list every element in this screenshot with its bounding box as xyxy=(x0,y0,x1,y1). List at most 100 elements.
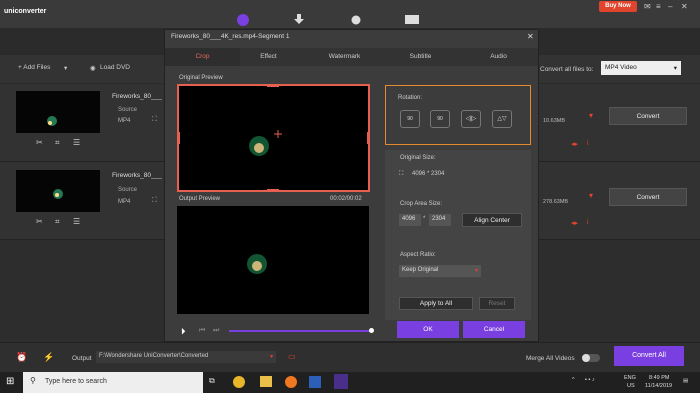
crop-settings-panel xyxy=(385,150,531,320)
output-preview-label: Output Preview xyxy=(179,196,221,202)
flip-vertical-icon: △▽ xyxy=(497,116,507,122)
settings-dropdown-icon[interactable]: ▾ xyxy=(589,111,593,120)
toolbox-icon[interactable] xyxy=(405,15,419,24)
tray-arrow-icon[interactable]: ^ xyxy=(572,377,575,383)
convert-icon[interactable] xyxy=(237,14,249,26)
effects-icon[interactable]: ☰ xyxy=(73,217,80,226)
app-logo: uniconverter xyxy=(4,8,47,15)
merge-all-label: Merge All Videos xyxy=(526,355,575,362)
buy-now-button[interactable]: Buy Now xyxy=(599,1,637,12)
close-icon[interactable]: ✕ xyxy=(681,2,688,11)
download-icon[interactable] xyxy=(294,14,304,24)
search-placeholder: Type here to search xyxy=(45,378,107,385)
uniconverter-taskbar-icon[interactable] xyxy=(334,374,348,389)
resize-icon: ⛶ xyxy=(399,171,404,177)
chrome-icon[interactable] xyxy=(233,376,245,388)
info-icon[interactable]: i xyxy=(587,140,589,147)
word-icon[interactable] xyxy=(309,376,321,388)
original-size-value: 4096 * 2304 xyxy=(412,171,445,177)
tab-crop[interactable]: Crop xyxy=(165,48,240,66)
language-us[interactable]: US xyxy=(627,383,635,389)
crop-area-label: Crop Area Size: xyxy=(400,201,443,207)
load-dvd-button[interactable]: Load DVD xyxy=(100,64,130,71)
timecode: 00:02/00:02 xyxy=(330,196,362,202)
record-icon[interactable] xyxy=(351,15,361,25)
add-files-dropdown-icon[interactable]: ▾ xyxy=(64,64,67,72)
tab-subtitle[interactable]: Subtitle xyxy=(383,48,458,66)
format-label: MP4 xyxy=(118,199,131,205)
flip-vertical-button[interactable]: △▽ xyxy=(492,110,512,128)
windows-start-icon[interactable]: ⊞ xyxy=(6,376,14,387)
crop-handle[interactable] xyxy=(267,189,279,192)
minimize-icon[interactable]: – xyxy=(668,2,672,11)
info-icon[interactable]: i xyxy=(587,219,589,226)
crop-handle[interactable] xyxy=(267,84,279,87)
menu-icon[interactable]: ≡ xyxy=(656,2,661,11)
cancel-button[interactable]: Cancel xyxy=(463,321,525,338)
crop-height-input[interactable]: 2304 xyxy=(429,214,451,226)
crop-handle[interactable] xyxy=(177,132,180,144)
convert-button[interactable]: Convert xyxy=(609,107,687,125)
split-icon[interactable]: ◂▸ xyxy=(571,219,578,227)
rotate-left-button[interactable]: 90 xyxy=(400,110,420,128)
convert-all-format-select[interactable]: MP4 Video ▾ xyxy=(601,61,681,75)
video-thumbnail[interactable] xyxy=(16,170,100,212)
convert-all-format-value: MP4 Video xyxy=(605,64,637,71)
reset-button[interactable]: Reset xyxy=(479,297,515,310)
crop-handle[interactable] xyxy=(367,132,370,144)
taskbar-search[interactable]: Type here to search xyxy=(23,372,203,393)
firefox-icon[interactable] xyxy=(285,376,297,388)
effects-icon[interactable]: ☰ xyxy=(73,138,80,147)
rotation-label: Rotation: xyxy=(398,95,423,101)
crop-dialog: Fireworks_80___4K_res.mp4-Segment 1 ✕ Cr… xyxy=(164,29,539,342)
tab-watermark[interactable]: Watermark xyxy=(307,48,382,66)
output-path-select[interactable]: F:\Wondershare UniConverter\Converted ▾ xyxy=(96,351,276,363)
file-size: 278.63MB xyxy=(543,199,569,205)
clock-date[interactable]: 11/14/2019 xyxy=(645,383,672,389)
file-explorer-icon[interactable] xyxy=(260,376,272,387)
speed-icon[interactable]: ⚡ xyxy=(43,352,54,363)
trim-icon[interactable]: ✂ xyxy=(36,138,43,147)
convert-button[interactable]: Convert xyxy=(609,188,687,206)
output-preview-video xyxy=(177,206,369,314)
merge-toggle[interactable] xyxy=(582,354,600,362)
play-icon[interactable]: ⏵ xyxy=(181,326,186,337)
tray-app-icons[interactable]: ▪ ▪ ♪ xyxy=(585,377,595,383)
notification-icon[interactable]: ▤ xyxy=(683,378,688,384)
original-size-label: Original Size: xyxy=(400,155,436,161)
align-center-button[interactable]: Align Center xyxy=(462,213,522,227)
convert-all-button[interactable]: Convert All xyxy=(614,346,684,366)
settings-dropdown-icon[interactable]: ▾ xyxy=(589,191,593,200)
add-files-button[interactable]: + Add Files xyxy=(18,64,50,71)
crop-icon[interactable]: ⌗ xyxy=(55,138,60,148)
chevron-down-icon: ▾ xyxy=(673,65,677,72)
resolution-icon: ⛶ xyxy=(152,197,157,204)
flip-horizontal-button[interactable]: ◁|▷ xyxy=(461,110,481,128)
previous-frame-icon[interactable]: ⏮ xyxy=(199,327,205,335)
ok-button[interactable]: OK xyxy=(397,321,459,338)
next-frame-icon[interactable]: ⏭ xyxy=(213,327,219,335)
trim-icon[interactable]: ✂ xyxy=(36,217,43,226)
gift-icon[interactable]: ✉ xyxy=(644,2,651,11)
task-view-icon[interactable]: ⧉ xyxy=(209,376,215,386)
split-icon[interactable]: ◂▸ xyxy=(571,140,578,148)
language-eng[interactable]: ENG xyxy=(624,375,636,381)
crop-icon[interactable]: ⌗ xyxy=(55,217,60,227)
crop-width-input[interactable]: 4096 xyxy=(399,214,421,226)
tab-audio[interactable]: Audio xyxy=(461,48,536,66)
rotate-right-button[interactable]: 90 xyxy=(430,110,450,128)
original-preview-video[interactable] xyxy=(177,84,370,192)
file-name: Fireworks_80___ xyxy=(112,93,162,100)
folder-icon[interactable]: ▭ xyxy=(288,352,296,361)
firework-image xyxy=(247,254,267,274)
source-label: Source xyxy=(118,107,138,113)
clock-time[interactable]: 8:49 PM xyxy=(649,375,669,381)
progress-slider-handle[interactable] xyxy=(369,328,374,333)
video-thumbnail[interactable] xyxy=(16,91,100,133)
tab-effect[interactable]: Effect xyxy=(231,48,306,66)
apply-to-all-button[interactable]: Apply to All xyxy=(399,297,473,310)
progress-slider[interactable] xyxy=(229,330,371,332)
aspect-ratio-select[interactable]: Keep Original ▾ xyxy=(399,265,481,277)
schedule-icon[interactable]: ⏰ xyxy=(16,352,27,363)
dialog-close-icon[interactable]: ✕ xyxy=(527,32,534,41)
